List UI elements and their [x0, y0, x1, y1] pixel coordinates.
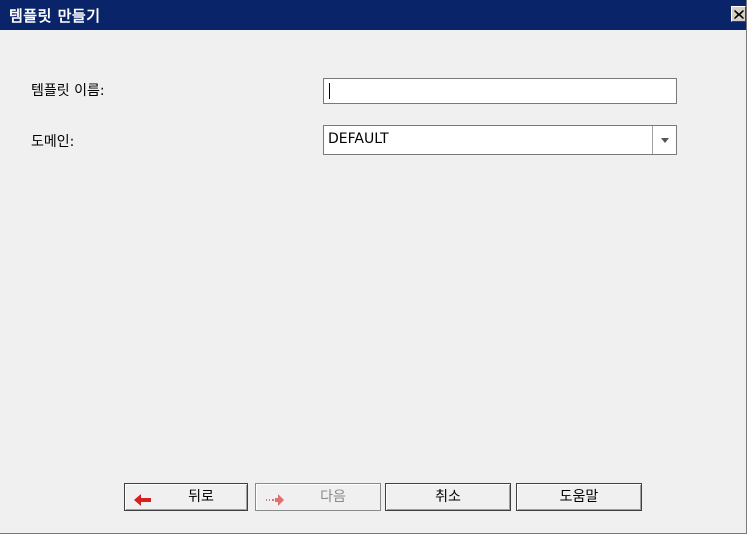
next-button[interactable]: 다음 — [255, 483, 381, 511]
domain-selected-value: DEFAULT — [328, 131, 389, 147]
domain-select[interactable]: DEFAULT — [323, 125, 677, 155]
template-name-input[interactable] — [323, 78, 677, 104]
dialog-title: 템플릿 만들기 — [9, 7, 101, 25]
close-button[interactable] — [731, 6, 746, 22]
domain-label: 도메인: — [31, 134, 75, 150]
text-caret — [329, 83, 330, 99]
domain-dropdown-button[interactable] — [652, 126, 676, 154]
cancel-button[interactable]: 취소 — [385, 483, 511, 511]
title-bar: 템플릿 만들기 — [0, 0, 746, 30]
next-button-label: 다음 — [320, 489, 346, 505]
help-button[interactable]: 도움말 — [516, 483, 642, 511]
cancel-button-label: 취소 — [435, 489, 461, 505]
back-button[interactable]: 뒤로 — [124, 483, 248, 511]
template-name-label: 템플릿 이름: — [31, 83, 105, 99]
back-button-label: 뒤로 — [188, 489, 214, 505]
help-button-label: 도움말 — [559, 489, 599, 505]
create-template-dialog: 템플릿 만들기 템플릿 이름: 도메인: DEFAULT 뒤로 다음 취소 도움… — [0, 0, 747, 534]
